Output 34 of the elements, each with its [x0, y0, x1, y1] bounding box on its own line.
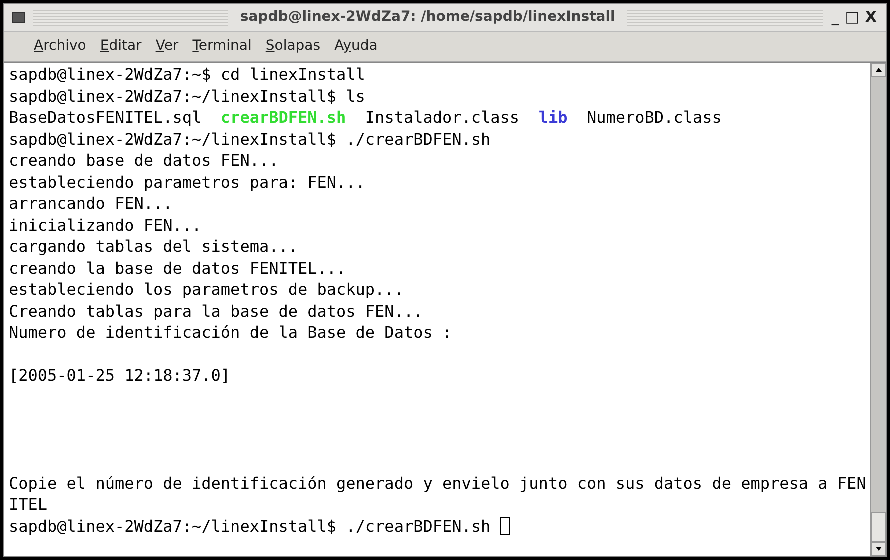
text-cursor: [500, 517, 510, 536]
terminal-line: estableciendo parametros para: FEN...: [9, 172, 366, 193]
window-title: sapdb@linex-2WdZa7: /home/sapdb/linexInstall: [228, 7, 628, 28]
minimize-button[interactable]: _: [830, 10, 840, 25]
scroll-thumb[interactable]: [871, 512, 886, 542]
terminal-line: creando la base de datos FENITEL...: [9, 258, 346, 279]
close-button[interactable]: X: [864, 10, 878, 25]
terminal-line: [2005-01-25 12:18:37.0]: [9, 365, 231, 386]
terminal-line: arrancando FEN...: [9, 193, 173, 214]
maximize-button[interactable]: □: [844, 10, 860, 25]
terminal-line: creando base de datos FEN...: [9, 150, 279, 172]
terminal-line: sapdb@linex-2WdZa7:~/linexInstall$ ./crearBDFEN.sh: [9, 128, 491, 150]
terminal-line: ITEL: [9, 494, 48, 516]
terminal-line: BaseDatosFENITEL.sql: [9, 107, 203, 128]
window-menu-icon[interactable]: [12, 12, 25, 23]
menu-item[interactable]: Archivo: [34, 36, 86, 57]
menu-item[interactable]: Terminal: [192, 36, 252, 57]
menu-item[interactable]: Ayuda: [334, 36, 378, 57]
terminal-line: Instalador.class: [364, 107, 521, 128]
executable-file-name: crearBDFEN.sh: [220, 107, 346, 128]
terminal-line: cargando tablas del sistema...: [9, 236, 298, 258]
terminal-line: estableciendo los parametros de backup...: [9, 279, 404, 300]
terminal-line: Numero de identificación de la Base de Datos :: [9, 322, 452, 344]
menu-item[interactable]: Ver: [156, 36, 179, 57]
terminal-line: Creando tablas para la base de datos FEN...: [9, 300, 424, 322]
menu-item[interactable]: Solapas: [266, 36, 321, 57]
terminal-line: NumeroBD.class: [586, 107, 722, 128]
menu-item[interactable]: Editar: [100, 36, 142, 57]
terminal-line: sapdb@linex-2WdZa7:~/linexInstall$ ls: [9, 86, 366, 107]
terminal-line: inicializando FEN...: [9, 214, 202, 236]
terminal-line: Copie el número de identificación generado y envielo junto con sus datos de empresa a FEN: [9, 472, 866, 494]
terminal-line: sapdb@linex-2WdZa7:~/linexInstall$ ./crearBDFEN.sh: [9, 516, 492, 537]
directory-name: lib: [538, 107, 568, 128]
terminal-line: sapdb@linex-2WdZa7:~$ cd linexInstall: [9, 64, 366, 86]
